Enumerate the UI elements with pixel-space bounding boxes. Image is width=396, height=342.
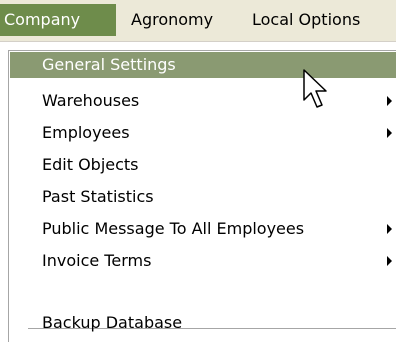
submenu-arrow-icon xyxy=(387,96,392,106)
company-dropdown-menu: General Settings Warehouses Employees Ed… xyxy=(0,42,396,342)
menu-item-warehouses[interactable]: Warehouses xyxy=(10,88,396,114)
menu-item-backup-database[interactable]: Backup Database xyxy=(10,310,396,336)
menu-bar: Company Agronomy Local Options xyxy=(0,0,396,42)
menu-item-label: Invoice Terms xyxy=(42,251,152,270)
menu-item-label: Public Message To All Employees xyxy=(42,219,305,238)
menu-item-general-settings[interactable]: General Settings xyxy=(10,52,396,78)
menu-item-label: Warehouses xyxy=(42,91,140,110)
menu-item-past-statistics[interactable]: Past Statistics xyxy=(10,184,396,210)
menu-item-edit-objects[interactable]: Edit Objects xyxy=(10,152,396,178)
menu-company[interactable]: Company xyxy=(0,4,116,36)
menu-item-public-message[interactable]: Public Message To All Employees xyxy=(10,216,396,242)
menu-item-label: Employees xyxy=(42,123,130,142)
menu-local-options[interactable]: Local Options xyxy=(252,4,396,36)
arrow-cursor-icon xyxy=(303,69,327,108)
menu-agronomy[interactable]: Agronomy xyxy=(131,4,243,36)
menu-item-invoice-terms[interactable]: Invoice Terms xyxy=(10,248,396,274)
submenu-arrow-icon xyxy=(387,128,392,138)
submenu-arrow-icon xyxy=(387,256,392,266)
submenu-arrow-icon xyxy=(387,224,392,234)
menu-item-employees[interactable]: Employees xyxy=(10,120,396,146)
screen: Company Agronomy Local Options General S… xyxy=(0,0,396,342)
